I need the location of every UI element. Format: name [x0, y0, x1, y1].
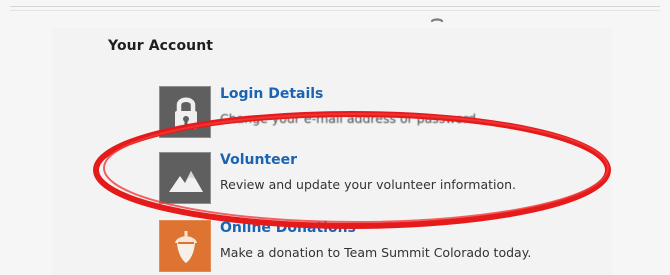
- volunteer-icon-box[interactable]: [159, 152, 211, 204]
- online-donations-description: Make a donation to Team Summit Colorado …: [220, 245, 532, 260]
- volunteer-link[interactable]: Volunteer: [220, 152, 297, 168]
- login-details-icon-box[interactable]: [159, 86, 211, 138]
- account-item-login-details[interactable]: Login Details Change your e-mail address…: [159, 86, 599, 138]
- section-title: Your Account: [108, 38, 214, 54]
- account-item-volunteer[interactable]: Volunteer Review and update your volunte…: [159, 152, 599, 204]
- cursor-icon: [430, 17, 444, 31]
- account-item-online-donations[interactable]: Online Donations Make a donation to Team…: [159, 220, 599, 272]
- top-divider: [10, 6, 660, 7]
- top-divider-secondary: [10, 10, 660, 11]
- online-donations-link[interactable]: Online Donations: [220, 220, 356, 236]
- login-details-description: Change your e-mail address or password.: [220, 111, 481, 126]
- mountain-icon: [169, 171, 203, 192]
- volunteer-description: Review and update your volunteer informa…: [220, 177, 517, 192]
- lock-icon: [175, 97, 197, 129]
- page: Your Account Login Details Change your e…: [0, 0, 670, 275]
- acorn-icon: [175, 231, 197, 263]
- online-donations-icon-box[interactable]: [159, 220, 211, 272]
- login-details-link[interactable]: Login Details: [220, 86, 323, 102]
